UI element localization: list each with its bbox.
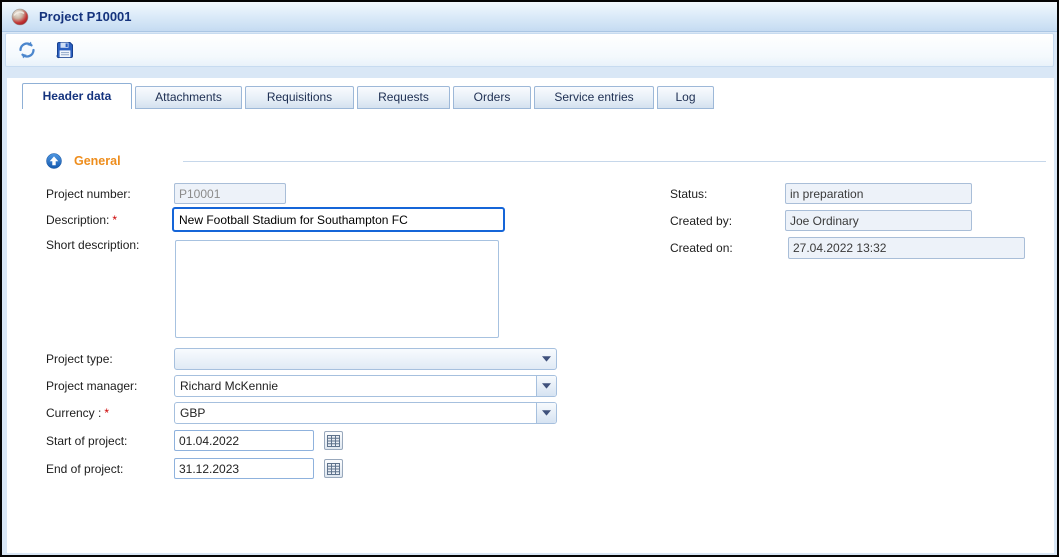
row-project-type: Project type:: [2, 348, 1057, 370]
calendar-icon: [327, 463, 340, 475]
row-end-of-project: End of project:: [2, 458, 1057, 480]
project-manager-select[interactable]: Richard McKennie: [174, 375, 557, 397]
status-field: [785, 183, 972, 204]
project-manager-label: Project manager:: [46, 379, 137, 393]
tab-orders[interactable]: Orders: [453, 86, 531, 109]
project-type-value: [175, 349, 537, 369]
start-of-project-label: Start of project:: [46, 434, 127, 448]
app-window: Project P10001 Header data Attachmen: [0, 0, 1059, 557]
chevron-down-icon: [542, 383, 551, 389]
currency-value: GBP: [175, 403, 536, 423]
row-created-on: Created on:: [2, 237, 1057, 259]
tab-requisitions[interactable]: Requisitions: [245, 86, 354, 109]
tab-requests[interactable]: Requests: [357, 86, 450, 109]
created-on-field: [788, 237, 1025, 259]
tab-bar: Header data Attachments Requisitions Req…: [22, 83, 717, 109]
start-of-project-input[interactable]: [174, 430, 314, 451]
project-manager-value: Richard McKennie: [175, 376, 536, 396]
project-manager-dropdown-button[interactable]: [536, 376, 556, 396]
end-of-project-input[interactable]: [174, 458, 314, 479]
status-label: Status:: [670, 187, 707, 201]
tab-header-data[interactable]: Header data: [22, 83, 132, 109]
toolbar: [5, 33, 1054, 67]
start-date-calendar-button[interactable]: [324, 431, 343, 450]
save-icon: [55, 40, 75, 60]
end-date-calendar-button[interactable]: [324, 459, 343, 478]
save-button[interactable]: [52, 37, 78, 63]
section-title: General: [74, 154, 121, 168]
required-mark: *: [104, 406, 109, 420]
created-on-label: Created on:: [670, 241, 733, 255]
row-project-manager: Project manager: Richard McKennie: [2, 375, 1057, 397]
currency-label: Currency :*: [46, 406, 109, 420]
tab-service-entries[interactable]: Service entries: [534, 86, 654, 109]
title-bar: Project P10001: [2, 2, 1057, 32]
tab-attachments[interactable]: Attachments: [135, 86, 242, 109]
window-title: Project P10001: [39, 9, 132, 24]
project-type-dropdown-button[interactable]: [537, 349, 556, 369]
row-start-of-project: Start of project:: [2, 430, 1057, 452]
row-status: Status:: [2, 183, 1057, 205]
calendar-icon: [327, 435, 340, 447]
chevron-down-icon: [542, 410, 551, 416]
project-type-label: Project type:: [46, 352, 113, 366]
tab-log[interactable]: Log: [657, 86, 714, 109]
section-divider: [183, 161, 1046, 162]
created-by-label: Created by:: [670, 214, 732, 228]
end-of-project-label: End of project:: [46, 462, 123, 476]
section-general-header: General: [46, 152, 1046, 170]
refresh-icon: [17, 40, 37, 60]
project-type-select[interactable]: [174, 348, 557, 370]
currency-dropdown-button[interactable]: [536, 403, 556, 423]
currency-select[interactable]: GBP: [174, 402, 557, 424]
row-currency: Currency :* GBP: [2, 402, 1057, 424]
row-created-by: Created by:: [2, 210, 1057, 232]
refresh-button[interactable]: [14, 37, 40, 63]
chevron-down-icon: [542, 356, 551, 362]
created-by-field: [785, 210, 972, 231]
app-logo-icon: [11, 8, 29, 26]
collapse-up-icon[interactable]: [46, 153, 62, 169]
